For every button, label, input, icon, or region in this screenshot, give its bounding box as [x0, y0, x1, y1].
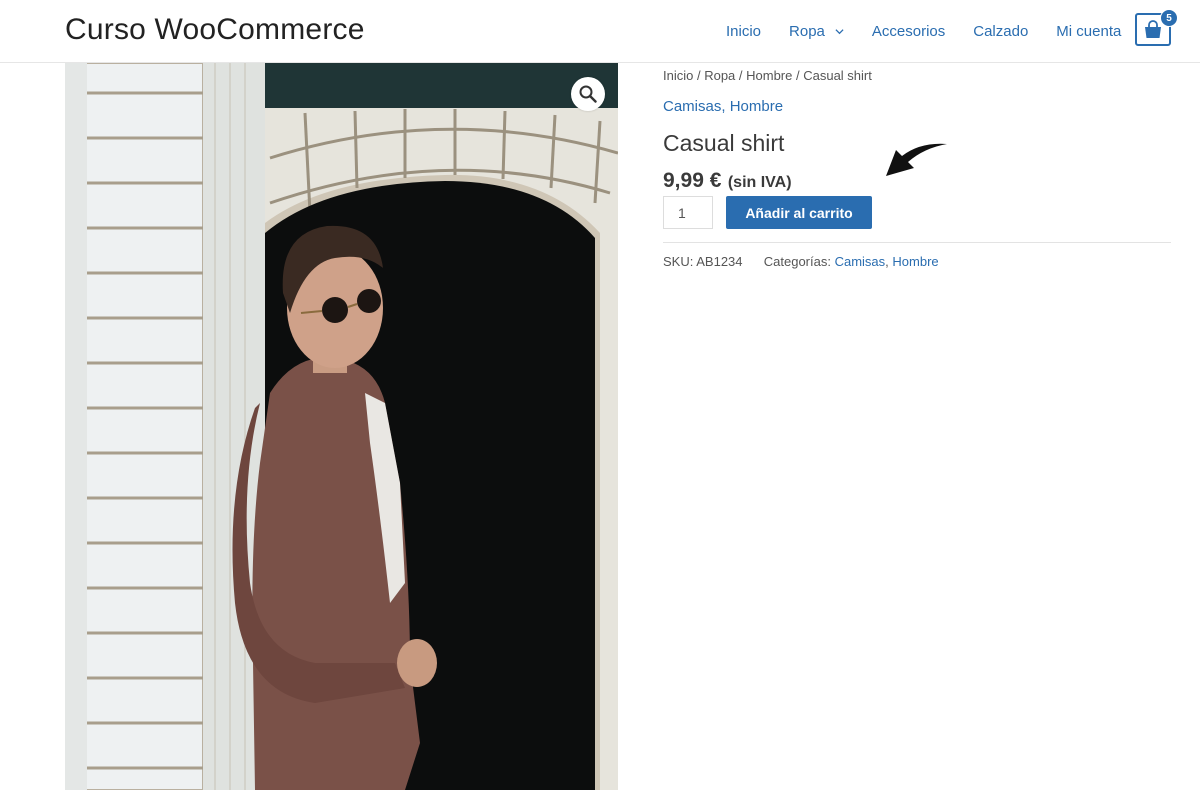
sku-label: SKU: [663, 254, 694, 269]
breadcrumb-item[interactable]: Inicio [663, 68, 693, 83]
nav-item-label: Calzado [973, 22, 1029, 40]
product-meta: SKU: AB1234 Categorías: Camisas, Hombre [663, 254, 939, 269]
nav-item-calzado[interactable]: Calzado [973, 23, 1028, 40]
sku-value: AB1234 [696, 254, 743, 269]
main-navigation: Inicio Ropa Accesorios Calzado Mi cuenta [726, 21, 1121, 41]
site-title[interactable]: Curso WooCommerce [65, 13, 365, 47]
breadcrumb: Inicio / Ropa / Hombre / Casual shirt [663, 68, 872, 83]
category-link[interactable]: Camisas [835, 254, 886, 269]
product-price: 9,99 € (sin IVA) [663, 169, 792, 193]
breadcrumb-current: Casual shirt [803, 68, 872, 83]
nav-item-ropa[interactable]: Ropa [789, 23, 844, 40]
nav-item-label: Accesorios [871, 22, 946, 40]
quantity-input[interactable] [663, 196, 713, 229]
shopping-bag-icon [1145, 19, 1161, 38]
price-amount: 9,99 € [663, 169, 722, 192]
zoom-icon [579, 85, 597, 103]
breadcrumb-item[interactable]: Ropa [704, 68, 735, 83]
breadcrumb-separator: / [792, 68, 804, 83]
category-link[interactable]: Hombre [730, 98, 783, 115]
cart-count-badge: 5 [1160, 9, 1178, 27]
annotation-arrow-icon [886, 143, 947, 176]
nav-item-mi-cuenta[interactable]: Mi cuenta [1056, 23, 1121, 40]
nav-item-inicio[interactable]: Inicio [726, 23, 761, 40]
product-image[interactable] [65, 63, 618, 790]
chevron-down-icon [835, 28, 844, 34]
nav-item-label: Mi cuenta [1056, 22, 1122, 40]
categories-label: Categorías: [763, 254, 831, 269]
site-header: Curso WooCommerce Inicio Ropa Accesorios… [0, 0, 1200, 63]
cart-button[interactable]: 5 [1135, 9, 1178, 46]
product-categories: Camisas, Hombre [663, 98, 784, 115]
category-link[interactable]: Hombre [892, 254, 938, 269]
zoom-button[interactable] [571, 77, 605, 111]
product-title: Casual shirt [663, 130, 785, 156]
price-suffix: (sin IVA) [727, 174, 792, 191]
nav-item-label: Inicio [726, 22, 762, 40]
breadcrumb-item[interactable]: Hombre [746, 68, 792, 83]
product-photo [65, 63, 618, 790]
nav-item-label: Ropa [789, 22, 825, 40]
breadcrumb-separator: / [693, 68, 705, 83]
breadcrumb-separator: / [735, 68, 747, 83]
add-to-cart-button[interactable]: Añadir al carrito [726, 196, 872, 229]
nav-item-accesorios[interactable]: Accesorios [872, 23, 945, 40]
divider [663, 242, 1171, 243]
category-link[interactable]: Camisas [663, 98, 721, 115]
